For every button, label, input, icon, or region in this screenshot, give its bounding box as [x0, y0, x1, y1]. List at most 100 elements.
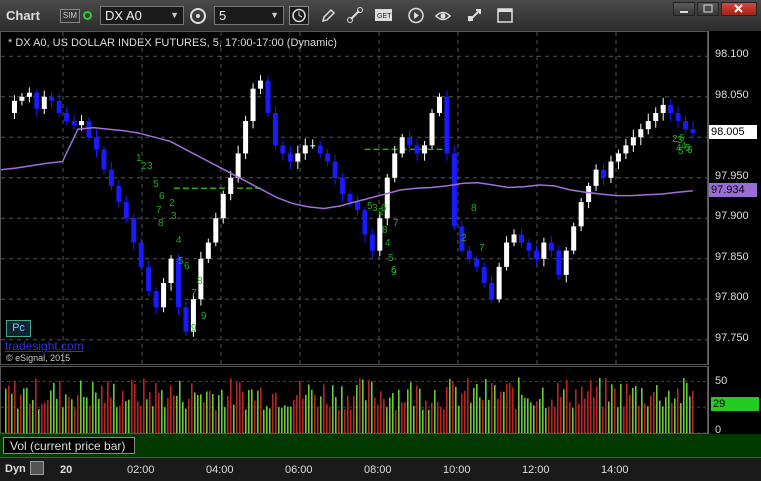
volume-bar — [374, 397, 376, 433]
svg-text:GET: GET — [377, 13, 392, 20]
maximize-button[interactable] — [697, 2, 719, 16]
volume-bar — [59, 380, 61, 433]
volume-bar — [524, 397, 526, 433]
candle-body — [243, 121, 249, 154]
candle-body — [205, 242, 211, 259]
volume-bar — [434, 390, 436, 433]
volume-bar — [86, 397, 88, 433]
volume-bar — [83, 396, 85, 433]
volume-bar — [257, 390, 259, 433]
volume-bar — [311, 389, 313, 433]
volume-bar — [512, 387, 514, 433]
volume-bar — [470, 402, 472, 433]
scale-icon[interactable] — [30, 461, 44, 475]
volume-bar — [638, 405, 640, 433]
volume-bar — [149, 391, 151, 433]
eye-icon[interactable] — [433, 6, 453, 25]
sequential-count-label: 4 — [385, 238, 391, 249]
volume-bar — [398, 389, 400, 433]
candle-body — [153, 291, 159, 308]
candle-body — [146, 266, 152, 292]
volume-panel[interactable] — [0, 366, 708, 434]
volume-bar — [320, 396, 322, 433]
volume-bar — [455, 386, 457, 433]
volume-bar — [167, 397, 169, 433]
volume-bar — [281, 407, 283, 433]
volume-bar — [692, 391, 694, 433]
candle-body — [123, 202, 129, 219]
volume-bar — [539, 399, 541, 433]
sequential-count-label: 6 — [184, 261, 190, 272]
volume-bar — [293, 399, 295, 433]
volume-bar — [590, 380, 592, 433]
chart-toolbar: Chart SIM DX A0 ▼ 5 ▼ GET — [0, 0, 761, 32]
volume-bar — [503, 391, 505, 433]
volume-bar — [245, 409, 247, 433]
volume-bar — [326, 403, 328, 433]
volume-bar — [275, 392, 277, 433]
volume-bar — [155, 382, 157, 433]
volume-bar — [236, 382, 238, 433]
volume-bar — [422, 409, 424, 433]
time-tick-label: 04:00 — [206, 464, 234, 476]
volume-bar — [620, 383, 622, 433]
move-icon[interactable] — [465, 6, 485, 25]
price-chart-panel[interactable]: 12356782345678953284567269789234566456 — [0, 31, 708, 365]
volume-bar — [116, 407, 118, 433]
minimize-button[interactable] — [673, 2, 695, 16]
volume-bar — [506, 383, 508, 433]
pencil-icon[interactable] — [318, 6, 338, 25]
pc-badge[interactable]: Pc — [6, 320, 31, 337]
candle-body — [295, 153, 301, 162]
candle-body — [623, 145, 629, 154]
interval-input[interactable]: 5 ▼ — [214, 6, 284, 25]
window-icon[interactable] — [495, 6, 515, 25]
link-icon[interactable] — [345, 6, 365, 25]
connection-status-icon — [83, 11, 92, 20]
candle-body — [280, 145, 286, 154]
play-icon[interactable] — [406, 6, 426, 25]
price-chart-canvas[interactable]: 12 356782345 67895 3 2845672697892 3456645 6 — [1, 32, 707, 364]
candle-body — [228, 177, 234, 194]
volume-bar — [515, 408, 517, 433]
volume-axis[interactable]: 50 0 29 — [708, 366, 761, 436]
volume-bar — [131, 379, 133, 433]
get-icon[interactable]: GET — [373, 6, 393, 25]
volume-bar — [140, 405, 142, 433]
clock-icon[interactable] — [289, 6, 309, 25]
dyn-label[interactable]: Dyn — [5, 463, 26, 475]
volume-bar — [440, 407, 442, 433]
volume-bar — [653, 391, 655, 433]
timer-icon[interactable] — [188, 6, 208, 25]
candle-body — [444, 96, 450, 154]
volume-bar — [314, 395, 316, 433]
volume-canvas[interactable] — [1, 367, 707, 433]
time-axis[interactable]: Dyn 20 02:00 04:00 06:00 08:00 10:00 12:00 14:0… — [0, 457, 761, 481]
candle-body — [41, 96, 47, 109]
close-button[interactable] — [721, 2, 757, 16]
ma-price-tag: 97.934 — [709, 182, 757, 197]
volume-bar — [14, 381, 16, 433]
chevron-down-icon[interactable]: ▼ — [270, 7, 279, 24]
volume-bar — [80, 380, 82, 433]
volume-bar — [593, 397, 595, 433]
candle-body — [220, 193, 226, 219]
volume-bar — [95, 392, 97, 433]
chevron-down-icon[interactable]: ▼ — [170, 7, 179, 24]
price-axis[interactable]: 98.10098.05098.00097.95097.90097.85097.8… — [708, 31, 761, 365]
volume-bar — [89, 406, 91, 433]
symbol-input[interactable]: DX A0 ▼ — [100, 6, 184, 25]
volume-bar — [521, 394, 523, 433]
volume-bar — [500, 391, 502, 433]
price-tick-label: 97.900 — [715, 210, 749, 223]
volume-bar — [107, 380, 109, 433]
volume-bar — [467, 378, 469, 433]
volume-bar — [425, 400, 427, 433]
volume-last-tag: 29 — [711, 397, 759, 411]
volume-bar — [485, 378, 487, 433]
volume-bar — [650, 396, 652, 433]
candle-body — [451, 153, 457, 227]
watermark-link[interactable]: tradesight.com — [5, 339, 84, 353]
volume-bar — [629, 394, 631, 433]
volume-study-label[interactable]: Vol (current price bar) — [3, 437, 135, 454]
